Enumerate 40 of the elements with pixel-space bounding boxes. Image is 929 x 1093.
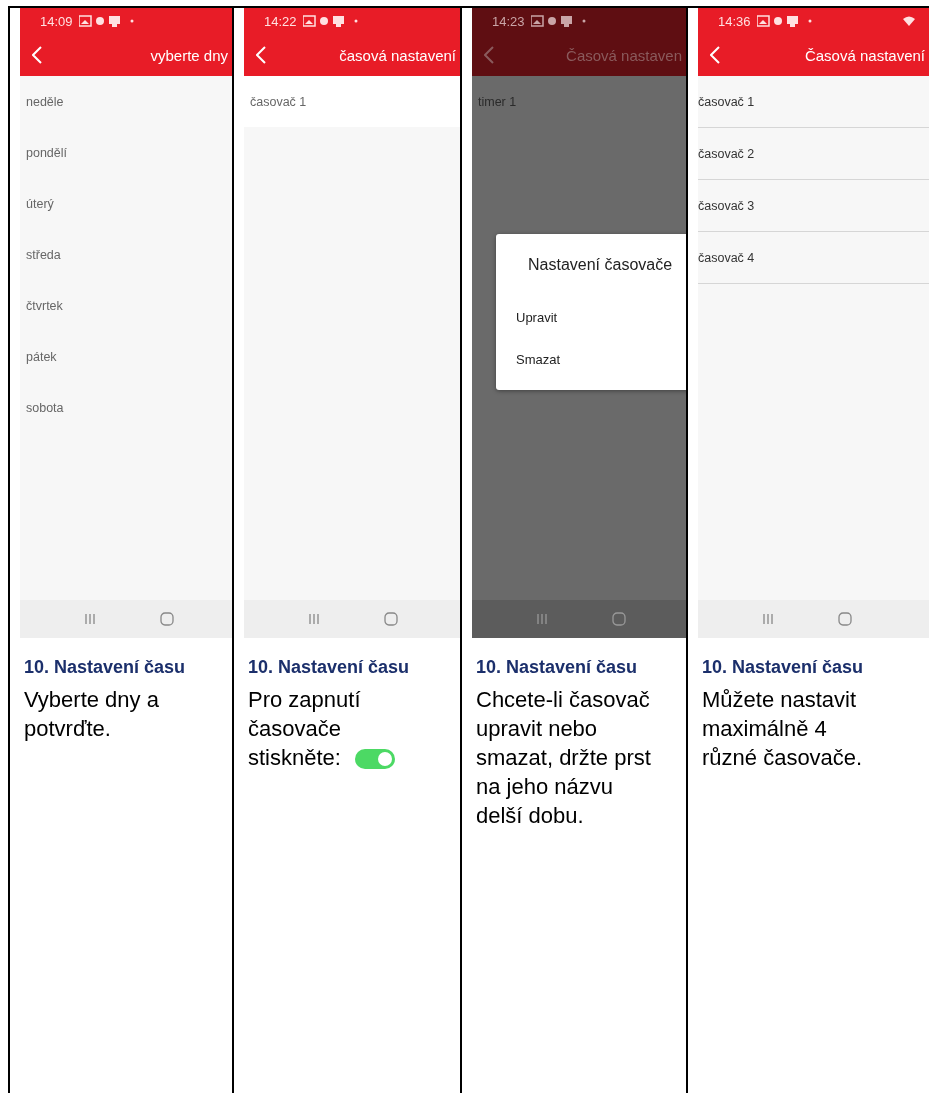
section-heading: 10. Nastavení času [702,656,865,679]
home-icon[interactable] [160,612,174,626]
list-item[interactable]: časovač 4 [698,232,929,284]
list-item[interactable]: časovač 3 [698,180,929,232]
dialog-option[interactable]: Smazat [516,338,561,380]
dialog-option[interactable]: Upravit [516,296,558,338]
status-time: 14:36 [718,13,751,29]
home-icon[interactable] [384,612,398,626]
recent-apps-icon[interactable] [762,613,774,625]
list-item[interactable]: časovač 2 [698,128,929,180]
list-item[interactable]: časovač 1 [244,76,460,127]
instruction-text: Pro zapnutí časovače stiskněte: [248,685,433,772]
screen-title: vyberte dny [150,46,228,64]
status-time: 14:23 [492,13,525,29]
list-item[interactable]: čtvrtek [20,280,232,331]
list-item[interactable]: sobota [20,382,232,433]
screen-title: Časová nastaven [566,46,682,64]
screen-title: časová nastavení [339,46,456,64]
home-icon[interactable] [612,612,626,626]
recent-apps-icon[interactable] [308,613,320,625]
dialog-title: Nastavení časovače [528,256,674,274]
list-item[interactable]: středa [20,229,232,280]
section-heading: 10. Nastavení času [476,656,639,679]
status-time: 14:22 [264,13,297,29]
instruction-text: Vyberte dny a potvrďte. [24,686,160,743]
back-icon[interactable] [484,46,494,64]
list-item[interactable]: pátek [20,331,232,382]
recent-apps-icon[interactable] [84,613,96,625]
instruction-text: Můžete nastavit maximálně 4 různé časovače. [702,686,864,772]
list-item[interactable]: časovač 1 [698,76,929,128]
list-item[interactable]: úterý [20,178,232,229]
recent-apps-icon[interactable] [536,613,548,625]
list-item[interactable]: neděle [20,76,232,127]
list-item[interactable]: pondělí [20,127,232,178]
section-heading: 10. Nastavení času [24,656,187,679]
status-time: 14:09 [40,13,73,29]
section-heading: 10. Nastavení času [248,656,411,679]
instruction-text: Chcete-li časovač upravit nebo smazat, držte prst na jeho názvu delší dobu. [476,686,652,830]
home-icon[interactable] [838,612,852,626]
screen-title: Časová nastavení [804,46,925,64]
